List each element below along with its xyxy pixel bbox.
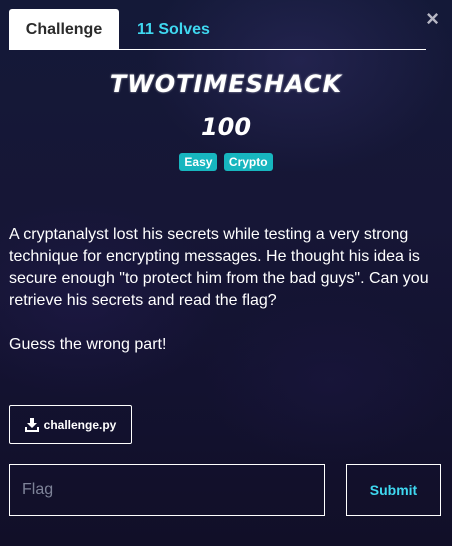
tab-challenge[interactable]: Challenge	[9, 9, 119, 50]
tab-bar: Challenge 11 Solves	[9, 9, 426, 50]
flag-input[interactable]	[9, 464, 325, 516]
download-file-button[interactable]: challenge.py	[9, 405, 132, 444]
description-paragraph: Guess the wrong part!	[9, 336, 167, 353]
challenge-points: 100	[200, 113, 252, 141]
tag-list: Easy Crypto	[0, 153, 452, 171]
download-icon	[24, 417, 39, 432]
close-icon[interactable]: ×	[426, 8, 439, 30]
tag-badge: Easy	[179, 153, 218, 171]
challenge-title: TWOTIMESHACK	[109, 70, 343, 98]
file-name-label: challenge.py	[43, 417, 117, 432]
tab-solves[interactable]: 11 Solves	[121, 9, 226, 50]
tag-badge: Crypto	[223, 153, 273, 171]
challenge-description: A cryptanalyst lost his secrets while te…	[9, 224, 439, 356]
submit-button[interactable]: Submit	[346, 464, 441, 516]
description-paragraph: A cryptanalyst lost his secrets while te…	[9, 226, 429, 309]
